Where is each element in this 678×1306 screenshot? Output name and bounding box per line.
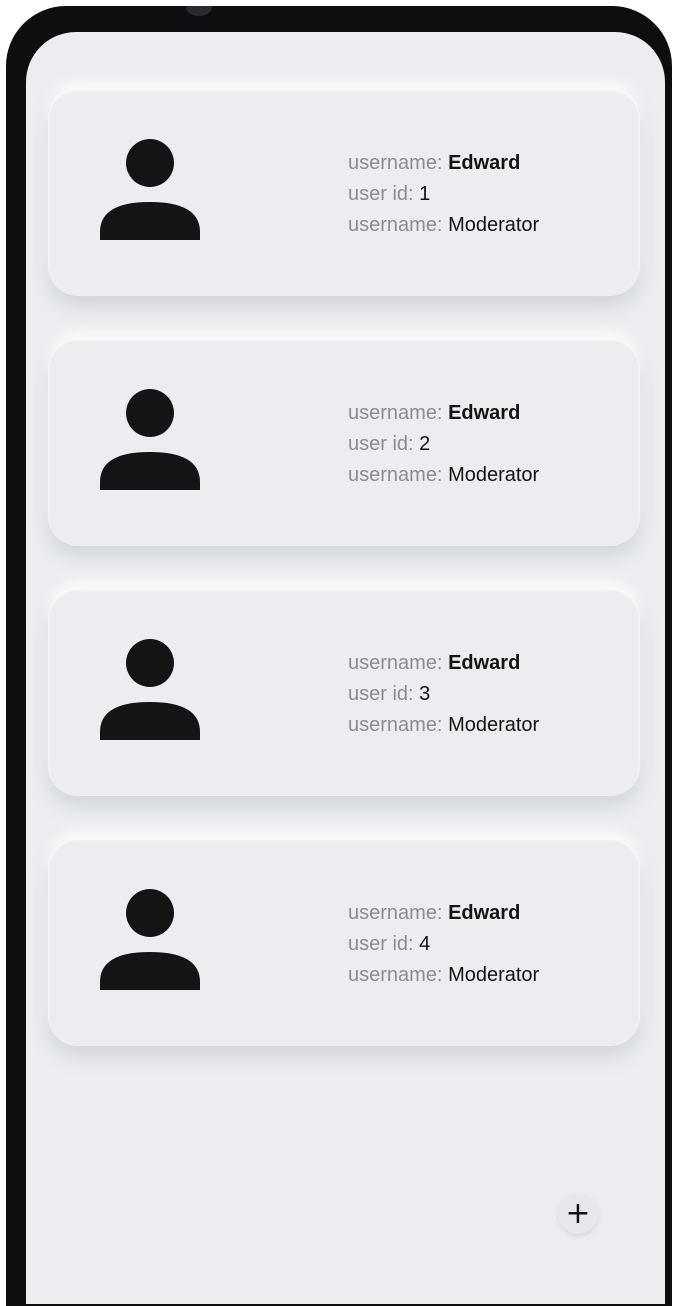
username-row: username: Edward — [348, 648, 539, 679]
role-value: Moderator — [448, 714, 540, 736]
user-id-label: user id: — [348, 183, 414, 205]
user-id-label: user id: — [348, 433, 414, 455]
username-value: Edward — [448, 902, 521, 924]
person-icon — [100, 636, 204, 740]
username-label: username: — [348, 402, 443, 424]
app-screen: username: Edward user id: 1 username: Mo… — [26, 32, 665, 1304]
user-card[interactable]: username: Edward user id: 3 username: Mo… — [48, 588, 640, 796]
username-value: Edward — [448, 652, 521, 674]
person-icon — [100, 136, 204, 240]
username-label: username: — [348, 902, 443, 924]
role-label: username: — [348, 964, 443, 986]
user-id-label: user id: — [348, 933, 414, 955]
role-row: username: Moderator — [348, 210, 539, 241]
username-row: username: Edward — [348, 898, 539, 929]
user-id-value: 3 — [419, 683, 431, 705]
username-label: username: — [348, 152, 443, 174]
user-id-row: user id: 3 — [348, 679, 539, 710]
role-value: Moderator — [448, 464, 540, 486]
user-id-value: 1 — [419, 183, 431, 205]
role-row: username: Moderator — [348, 710, 539, 741]
role-value: Moderator — [448, 964, 540, 986]
user-id-row: user id: 2 — [348, 429, 539, 460]
username-label: username: — [348, 652, 443, 674]
role-label: username: — [348, 214, 443, 236]
role-value: Moderator — [448, 214, 540, 236]
username-row: username: Edward — [348, 398, 539, 429]
role-row: username: Moderator — [348, 460, 539, 491]
user-id-row: user id: 4 — [348, 929, 539, 960]
phone-frame: username: Edward user id: 1 username: Mo… — [6, 6, 672, 1306]
user-info: username: Edward user id: 1 username: Mo… — [348, 148, 539, 241]
plus-icon: + — [565, 1196, 591, 1231]
user-card[interactable]: username: Edward user id: 1 username: Mo… — [48, 88, 640, 296]
role-row: username: Moderator — [348, 960, 539, 991]
user-id-value: 2 — [419, 433, 431, 455]
role-label: username: — [348, 714, 443, 736]
user-info: username: Edward user id: 2 username: Mo… — [348, 398, 539, 491]
user-id-label: user id: — [348, 683, 414, 705]
user-id-value: 4 — [419, 933, 431, 955]
role-label: username: — [348, 464, 443, 486]
person-icon — [100, 386, 204, 490]
user-info: username: Edward user id: 4 username: Mo… — [348, 898, 539, 991]
user-card[interactable]: username: Edward user id: 4 username: Mo… — [48, 838, 640, 1046]
camera-cutout — [186, 6, 212, 16]
add-user-button[interactable]: + — [558, 1194, 598, 1234]
username-value: Edward — [448, 402, 521, 424]
user-info: username: Edward user id: 3 username: Mo… — [348, 648, 539, 741]
username-value: Edward — [448, 152, 521, 174]
user-id-row: user id: 1 — [348, 179, 539, 210]
username-row: username: Edward — [348, 148, 539, 179]
person-icon — [100, 886, 204, 990]
user-card[interactable]: username: Edward user id: 2 username: Mo… — [48, 338, 640, 546]
